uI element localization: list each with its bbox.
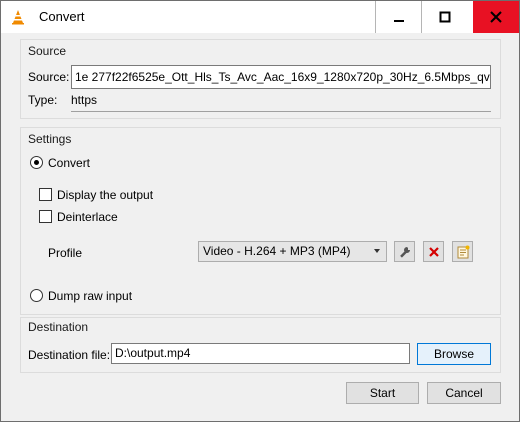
settings-group-label: Settings [28,132,72,146]
title-bar: Convert [1,1,519,33]
dump-raw-label: Dump raw input [48,289,133,303]
convert-label: Convert [48,156,91,170]
destination-file-label: Destination file: [28,348,111,362]
convert-dialog: Convert Source Source: 1e 277f22f6525e_O… [0,0,520,422]
minimize-icon [393,20,404,22]
cancel-button-label: Cancel [445,386,483,400]
minimize-button[interactable] [375,1,421,33]
destination-file-input[interactable]: D:\output.mp4 [111,343,410,364]
cancel-button[interactable]: Cancel [427,382,501,404]
edit-profile-button[interactable] [394,241,415,262]
dump-raw-radio[interactable] [30,289,43,302]
type-label: Type: [28,93,58,107]
maximize-button[interactable] [421,1,467,33]
red-x-icon [428,246,439,257]
new-profile-icon [457,245,469,258]
vlc-cone-icon [10,9,26,25]
profile-label: Profile [48,246,83,260]
wrench-icon [399,246,410,258]
source-divider [71,111,491,112]
window-title: Convert [39,9,85,24]
new-profile-button[interactable] [452,241,473,262]
destination-group-label: Destination [28,320,89,334]
start-button[interactable]: Start [346,382,419,404]
browse-button[interactable]: Browse [417,343,491,365]
deinterlace-checkbox[interactable] [39,210,52,223]
maximize-icon [439,11,450,23]
chevron-down-icon [374,249,380,253]
source-group-label: Source [28,44,67,58]
type-value: https [71,93,98,107]
profile-select[interactable]: Video - H.264 + MP3 (MP4) [198,241,387,262]
close-button[interactable] [473,1,519,33]
display-output-label: Display the output [57,188,154,202]
source-label: Source: [28,70,70,84]
start-button-label: Start [369,386,396,400]
deinterlace-label: Deinterlace [57,210,118,224]
close-icon [490,11,502,23]
profile-select-value: Video - H.264 + MP3 (MP4) [203,244,351,258]
source-input[interactable]: 1e 277f22f6525e_Ott_Hls_Ts_Avc_Aac_16x9_… [71,65,491,89]
convert-radio[interactable] [30,156,43,169]
delete-profile-button[interactable] [423,241,444,262]
display-output-checkbox[interactable] [39,188,52,201]
